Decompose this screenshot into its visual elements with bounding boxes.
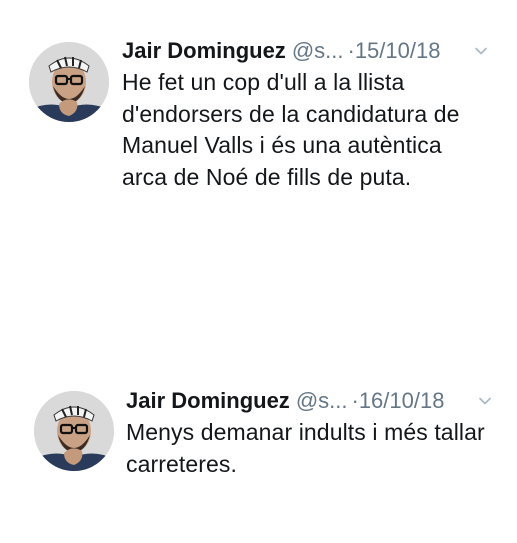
tweet-header: Jair Dominguez @s... ·15/10/18	[122, 36, 517, 66]
tweet-content: Jair Dominguez @s... ·15/10/18 He fet un c…	[122, 36, 517, 193]
separator-dot: ·	[351, 388, 359, 413]
chevron-down-icon[interactable]	[474, 44, 488, 58]
chevron-down-icon[interactable]	[478, 394, 492, 408]
author-name[interactable]: Jair Dominguez	[126, 388, 290, 413]
avatar[interactable]	[34, 391, 114, 471]
separator-dot: ·	[347, 38, 355, 63]
tweet-date[interactable]: 15/10/18	[355, 38, 441, 63]
tweet-date[interactable]: 16/10/18	[359, 388, 445, 413]
author-handle[interactable]: @s...	[296, 388, 348, 413]
tweet-text: Menys demanar indults i més tallar carre…	[126, 419, 485, 477]
tweet-content: Jair Dominguez @s... ·16/10/18 Menys deman…	[126, 386, 517, 480]
author-name[interactable]: Jair Dominguez	[122, 38, 286, 63]
author-handle[interactable]: @s...	[292, 38, 344, 63]
tweet-header: Jair Dominguez @s... ·16/10/18	[126, 386, 517, 416]
user-avatar-photo-icon	[34, 391, 114, 471]
tweet-text: He fet un cop d'ull a la llista d'endors…	[122, 69, 460, 190]
user-avatar-photo-icon	[29, 42, 109, 122]
avatar[interactable]	[29, 42, 109, 122]
